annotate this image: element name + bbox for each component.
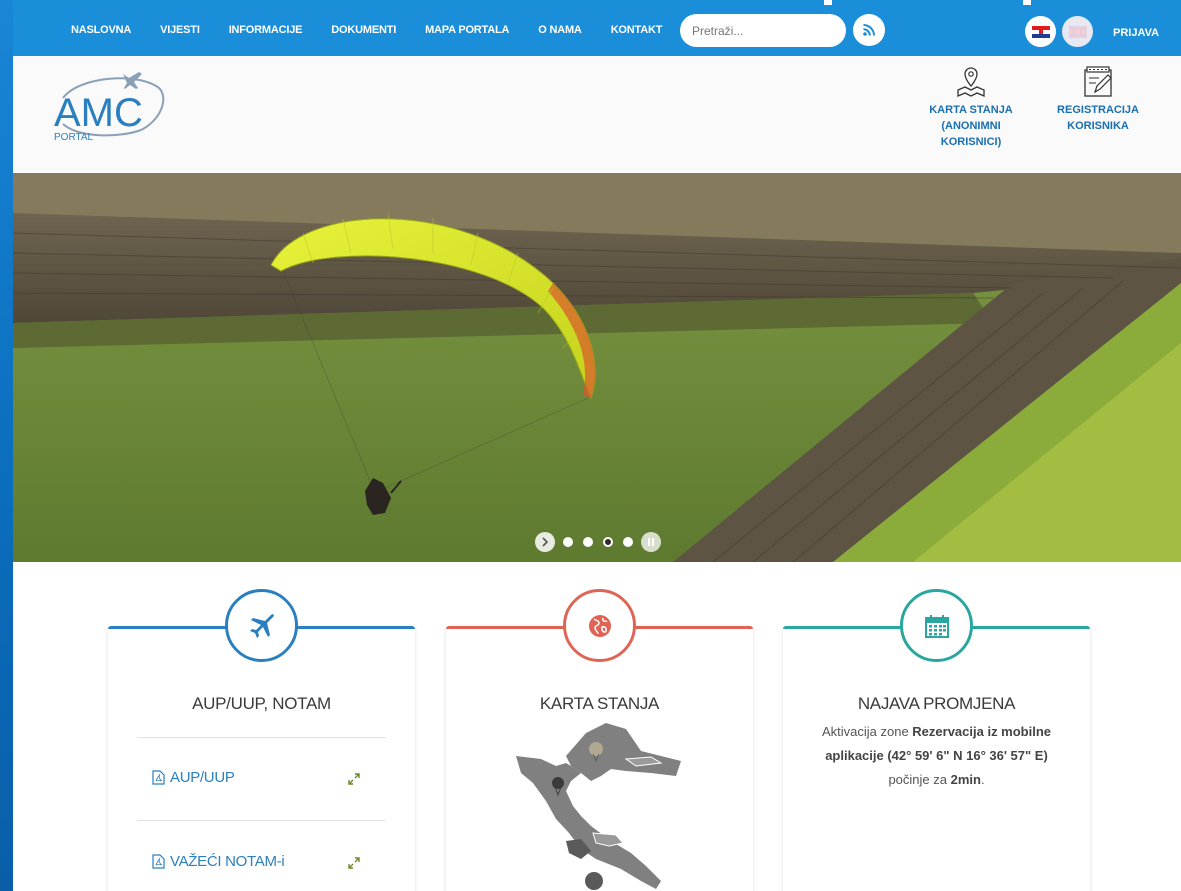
divider — [137, 737, 386, 738]
expand-icon[interactable] — [347, 772, 361, 786]
aup-uup-label: AUP/UUP — [170, 769, 235, 786]
carousel-next-button[interactable] — [535, 532, 555, 552]
croatia-status-map[interactable] — [511, 721, 691, 891]
announcement-prefix: Aktivacija zone — [821, 724, 913, 739]
card-aup-notam: AUP/UUP, NOTAM AUP/UUP VAŽEĆI NOTAM-i — [108, 589, 415, 891]
desktop-background — [0, 0, 13, 891]
aup-uup-link[interactable]: AUP/UUP — [152, 769, 235, 786]
carousel-pause-button[interactable] — [641, 532, 661, 552]
map-pin-icon — [957, 67, 985, 97]
card-icon-circle — [563, 589, 636, 662]
announcement-text: Aktivacija zone Rezervacija iz mobilne a… — [813, 720, 1060, 792]
countdown: 2min — [950, 772, 981, 787]
nav-item-kontakt[interactable]: KONTAKT — [611, 24, 663, 36]
carousel-dot[interactable] — [563, 537, 573, 547]
vazeci-notam-link[interactable]: VAŽEĆI NOTAM-i — [152, 853, 285, 870]
logo-text: AMC — [54, 91, 143, 135]
hero-carousel — [13, 173, 1181, 562]
karta-stanja-label: KARTA STANJA (ANONIMNI KORISNICI) — [929, 104, 1013, 148]
browser-page: NASLOVNA VIJESTI INFORMACIJE DOKUMENTI M… — [13, 0, 1181, 891]
card-title: NAJAVA PROMJENA — [857, 694, 1016, 713]
search-input[interactable] — [680, 14, 846, 47]
language-en-button[interactable] — [1062, 16, 1093, 47]
pdf-file-icon — [152, 854, 165, 869]
uk-flag-icon — [1068, 25, 1087, 38]
carousel-controls — [535, 532, 661, 552]
nav-item-o-nama[interactable]: O NAMA — [538, 24, 582, 36]
edit-form-icon — [1084, 66, 1112, 97]
registracija-label: REGISTRACIJA KORISNIKA — [1057, 104, 1139, 132]
login-link[interactable]: PRIJAVA — [1113, 27, 1159, 39]
registracija-link[interactable]: REGISTRACIJA KORISNIKA — [1053, 66, 1143, 134]
paraglider-over-fields-image — [13, 173, 1181, 562]
card-karta-stanja: KARTA STANJA — [446, 589, 753, 891]
nav-item-mapa-portala[interactable]: MAPA PORTALA — [425, 24, 509, 36]
nav-item-informacije[interactable]: INFORMACIJE — [229, 24, 303, 36]
calendar-icon — [924, 614, 949, 638]
plane-icon — [249, 613, 274, 638]
tab-edge — [1023, 0, 1031, 5]
logo-graphic: AMC PORTAL — [54, 72, 165, 143]
rss-button[interactable] — [853, 14, 885, 46]
carousel-dot[interactable] — [623, 537, 633, 547]
card-najava-promjena: NAJAVA PROMJENA Aktivacija zone Rezervac… — [783, 589, 1090, 891]
language-hr-button[interactable] — [1025, 16, 1056, 47]
expand-icon[interactable] — [347, 856, 361, 870]
logo-subtext: PORTAL — [54, 132, 94, 143]
chevron-right-icon — [542, 537, 549, 547]
top-navigation-bar: NASLOVNA VIJESTI INFORMACIJE DOKUMENTI M… — [13, 0, 1181, 56]
vazeci-notam-label: VAŽEĆI NOTAM-i — [170, 853, 285, 870]
nav-item-vijesti[interactable]: VIJESTI — [160, 24, 200, 36]
carousel-dot[interactable] — [583, 537, 593, 547]
karta-stanja-link[interactable]: KARTA STANJA (ANONIMNI KORISNICI) — [921, 66, 1021, 150]
globe-icon — [588, 614, 611, 637]
card-icon-circle — [900, 589, 973, 662]
card-title: KARTA STANJA — [539, 694, 660, 713]
main-menu: NASLOVNA VIJESTI INFORMACIJE DOKUMENTI M… — [71, 24, 691, 36]
croatian-flag-icon — [1031, 25, 1050, 38]
nav-item-naslovna[interactable]: NASLOVNA — [71, 24, 131, 36]
card-icon-circle — [225, 589, 298, 662]
pdf-file-icon — [152, 770, 165, 785]
site-header: AMC PORTAL KARTA STANJA (ANONIMNI KORISN… — [13, 56, 1181, 173]
carousel-dot-active[interactable] — [603, 537, 613, 547]
announcement-suffix: . — [980, 772, 985, 787]
rss-icon — [863, 24, 875, 36]
nav-item-dokumenti[interactable]: DOKUMENTI — [331, 24, 396, 36]
card-title: AUP/UUP, NOTAM — [192, 694, 331, 713]
pause-icon — [648, 538, 654, 546]
divider — [137, 820, 386, 821]
announcement-mid: počinje za — [888, 772, 951, 787]
amc-portal-logo[interactable]: AMC PORTAL — [49, 66, 169, 146]
tab-edge — [824, 0, 832, 5]
